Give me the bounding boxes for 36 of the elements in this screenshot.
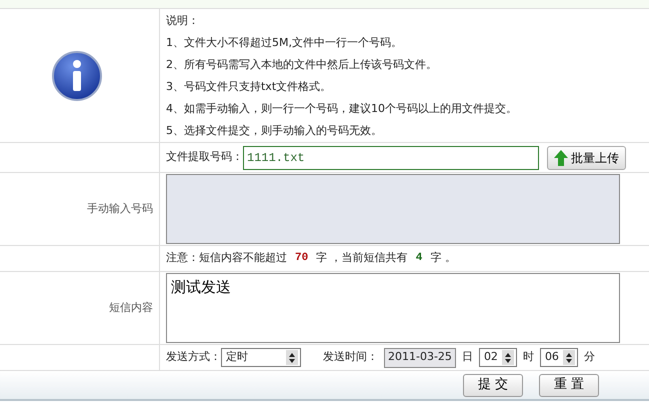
notice-text: 字 。 (430, 250, 456, 266)
field-label: 文件提取号码： (166, 149, 243, 166)
instruction-text: 5、选择文件提交，则手动输入的号码无效。 (166, 122, 383, 138)
instruction-text: 3、号码文件只支持txt文件格式。 (166, 78, 332, 94)
reset-button[interactable]: 重 置 (539, 374, 599, 396)
date-field[interactable]: 2011-03-25 (384, 348, 456, 368)
notice-text: 注意：短信内容不能超过 (166, 250, 287, 266)
instructions-title: 说明： (166, 12, 200, 28)
spinner-icon[interactable] (286, 350, 298, 365)
hour-select[interactable]: 02 (478, 348, 517, 367)
limit-count: 70 (295, 251, 308, 266)
instruction-text: 4、如需手动输入，则一行一个号码，建议10个号码以上的用文件提交。 (166, 100, 517, 116)
unit-label: 时 (522, 349, 534, 366)
select-value: 06 (544, 349, 559, 366)
minute-select[interactable]: 06 (540, 348, 578, 367)
field-label: 手动输入号码 (87, 200, 153, 217)
message-field[interactable]: 测试发送 (166, 273, 620, 343)
instruction-text: 2、所有号码需写入本地的文件中然后上传该号码文件。 (166, 56, 438, 72)
spinner-icon[interactable] (562, 350, 575, 365)
submit-button[interactable]: 提 交 (463, 374, 523, 396)
field-label: 发送时间： (323, 349, 378, 366)
select-value: 定时 (226, 349, 248, 366)
instruction-text: 1、文件大小不得超过5M,文件中一行一个号码。 (166, 34, 403, 50)
field-label: 发送方式： (166, 349, 221, 366)
info-icon (50, 50, 102, 102)
upload-button[interactable]: 批量上传 (547, 146, 626, 170)
current-count: 4 (416, 251, 422, 266)
field-label: 短信内容 (109, 300, 153, 316)
file-field[interactable]: 1111.txt (243, 146, 539, 170)
unit-label: 日 (462, 349, 473, 366)
spinner-icon[interactable] (502, 350, 514, 365)
unit-label: 分 (584, 349, 595, 366)
select-value: 02 (484, 349, 498, 366)
mode-select[interactable]: 定时 (221, 348, 301, 367)
notice-text: 字 ，当前短信共有 (316, 250, 408, 266)
up-arrow-icon (554, 150, 568, 166)
